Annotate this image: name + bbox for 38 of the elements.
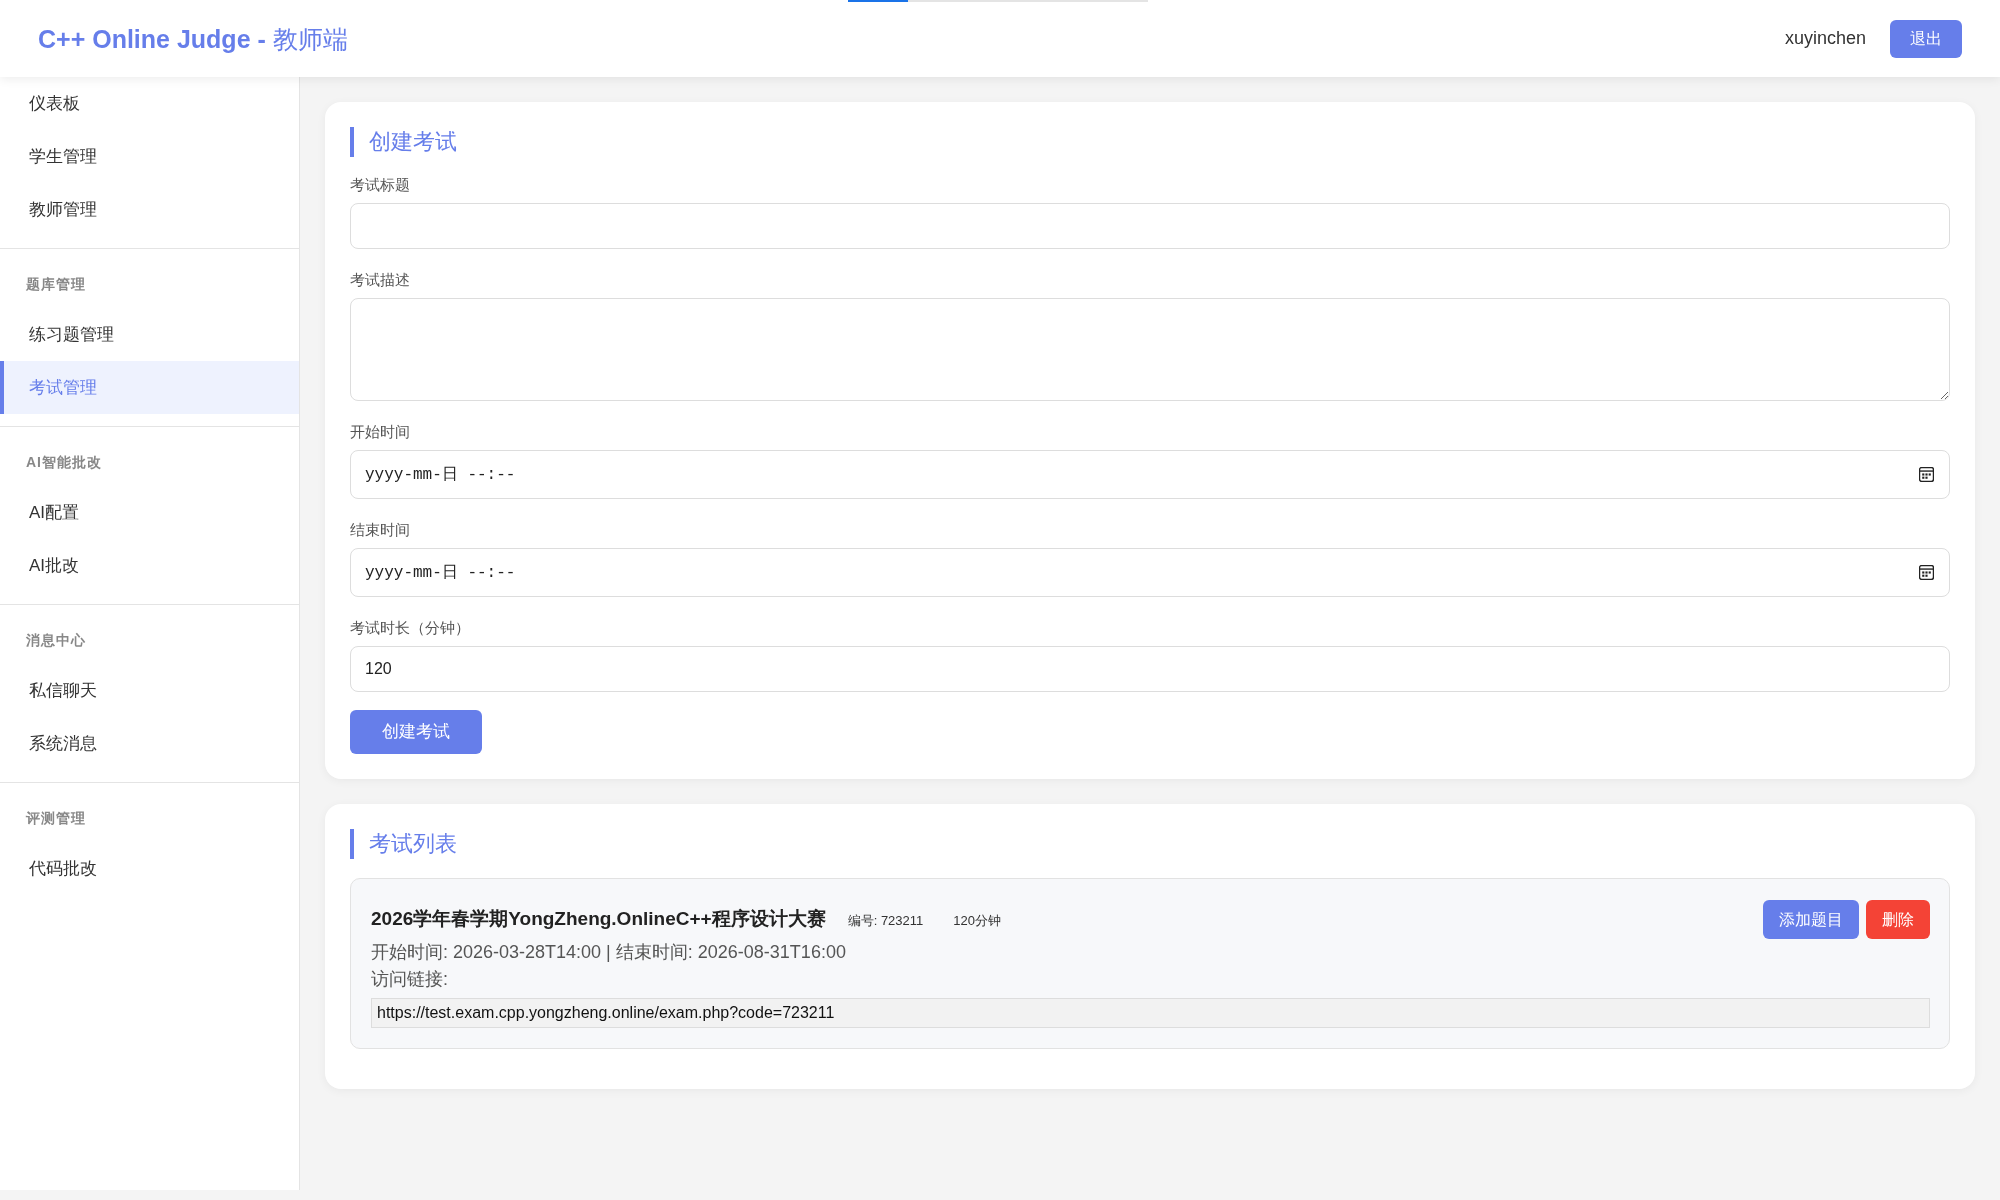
field-label: 考试描述 [350,271,411,289]
username-text: xuyinchen [1784,27,1866,50]
section-title: 创建考试 [350,127,1950,157]
date-time-field[interactable]: yyyy-mm-日 --:-- [350,548,1950,597]
sidebar-section-heading: 题库管理 [25,276,87,293]
sidebar-item[interactable]: 练习题管理 [0,308,299,361]
logout-button[interactable]: 退出 [1890,19,1962,58]
sidebar-section-heading: 评测管理 [24,810,87,827]
date-time-field[interactable]: yyyy-mm-日 --:-- [350,450,1950,499]
exam-code-text: 编号: 723211 [847,912,924,931]
sidebar-item[interactable]: 教师管理 [0,183,299,236]
field-label: 开始时间 [350,423,411,441]
sidebar-item[interactable]: AI批改 [0,539,299,592]
input-field[interactable]: 120 [350,646,1950,692]
sidebar-item[interactable]: 系统消息 [0,717,299,770]
delete-button[interactable]: 删除 [1866,900,1930,939]
create-exam-button[interactable]: 创建考试 [350,710,482,754]
field-label: 考试标题 [350,176,411,194]
link-label: 访问链接: [371,968,449,991]
calendar-icon[interactable] [1919,467,1934,482]
sidebar-item[interactable]: AI配置 [0,486,299,539]
input-field[interactable] [350,203,1950,249]
sidebar-item[interactable]: 学生管理 [0,130,299,183]
sidebar-item[interactable]: 私信聊天 [0,664,299,717]
section-title: 考试列表 [350,829,1950,859]
duration-text: 120分钟 [953,912,1001,931]
field-label: 结束时间 [350,521,411,539]
add-question-button[interactable]: 添加题目 [1763,900,1859,939]
sidebar-section-heading: AI智能批改 [25,454,103,471]
sidebar-item[interactable]: 代码批改 [0,842,299,895]
link-field[interactable]: https://test.exam.cpp.yongzheng.online/exam.php?code=723211 [371,998,1930,1028]
app-title: C++ Online Judge - 教师端 [38,23,348,54]
exam-schedule-text: 开始时间: 2026-03-28T14:00 | 结束时间: 2026-08-31T16:00 [371,941,847,964]
sidebar-item[interactable]: 仪表板 [0,77,299,130]
exam-title: 2026学年春学期YongZheng.OnlineC++程序设计大赛 [371,907,826,932]
field-label: 考试时长（分钟） [350,619,471,637]
calendar-icon[interactable] [1919,565,1934,580]
sidebar-section-heading: 消息中心 [25,632,87,649]
